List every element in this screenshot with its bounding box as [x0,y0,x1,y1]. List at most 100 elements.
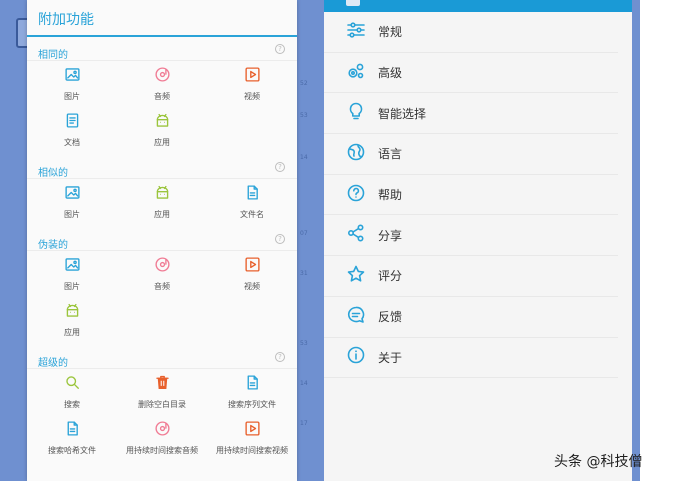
feature-label: 搜索 [64,400,80,409]
feature-label: 搜索序列文件 [228,400,276,409]
feature-item[interactable]: 视频 [207,61,297,107]
audio-disc-icon [154,256,171,277]
menu-item[interactable]: 高级 [324,53,618,94]
extra-features-panel: 附加功能 相同的? 图片 音频 视频 文档 应用 相似的? 图片 应用 文件名 伪装的? 图片 音频 视频… [27,0,297,481]
feature-item[interactable]: 搜索 [27,369,117,415]
feature-label: 删除空白目录 [138,400,186,409]
menu-item[interactable]: 语言 [324,134,618,175]
menu-item-label: 高级 [378,66,403,81]
audio-disc-icon [154,420,171,441]
timestamp-fragment: 52 [300,80,308,87]
video-play-icon [244,420,261,441]
feature-item[interactable]: 应用 [117,179,207,225]
menu-items-list: 常规高级智能选择语言帮助分享评分反馈关于 [324,12,632,379]
feature-item[interactable]: 搜索序列文件 [207,369,297,415]
timestamp-fragment: 07 [300,230,308,237]
search-icon [64,374,81,395]
menu-item[interactable]: 常规 [324,12,618,53]
feature-item[interactable]: 音频 [117,61,207,107]
feature-item[interactable]: 搜索哈希文件 [27,415,117,461]
feature-label: 图片 [64,92,80,101]
feature-item[interactable]: 用持续时间搜索音频 [117,415,207,461]
file-icon [244,184,261,205]
feature-grid: 图片 应用 文件名 [27,179,297,227]
help-icon[interactable]: ? [275,234,285,244]
feature-item[interactable]: 图片 [27,179,117,225]
document-icon [64,112,81,133]
file-icon [244,374,261,395]
feature-label: 应用 [64,328,80,337]
section-header: 相似的? [27,155,297,179]
section-header: 相同的? [27,37,297,61]
feature-label: 搜索哈希文件 [48,446,96,455]
help-icon[interactable]: ? [275,162,285,172]
left-phone-screen: 52 53 14 07 31 53 14 17 附加功能 相同的? 图片 音频 视频 文档 应用 相似的?… [0,0,320,481]
help-icon [346,183,366,207]
feature-label: 视频 [244,282,260,291]
image-icon [64,184,81,205]
help-icon[interactable]: ? [275,352,285,362]
feature-item[interactable]: 图片 [27,251,117,297]
feature-item[interactable]: 应用 [27,297,117,343]
gears-icon [346,61,366,85]
menu-item-label: 评分 [378,269,403,284]
watermark: 头条 @科技僧 [554,454,643,470]
section-header: 伪装的? [27,227,297,251]
sections-container: 相同的? 图片 音频 视频 文档 应用 相似的? 图片 应用 文件名 伪装的? 图片 音频 视频 应用 超级的… [27,37,297,463]
menu-item[interactable]: 关于 [324,338,618,379]
feature-grid: 图片 音频 视频文档 应用 [27,61,297,155]
timestamp-fragment: 31 [300,270,308,277]
feature-label: 音频 [154,282,170,291]
menu-item-label: 分享 [378,228,403,243]
feature-item[interactable]: 图片 [27,61,117,107]
timestamp-fragment: 53 [300,340,308,347]
feature-label: 应用 [154,138,170,147]
feedback-icon [346,305,366,329]
menu-item[interactable]: 评分 [324,256,618,297]
android-icon [64,302,81,323]
menu-item[interactable]: 反馈 [324,297,618,338]
settings-menu: 常规高级智能选择语言帮助分享评分反馈关于 [324,0,632,481]
menu-item[interactable]: 帮助 [324,175,618,216]
feature-label: 应用 [154,210,170,219]
screenshot-stage: 52 53 14 07 31 53 14 17 附加功能 相同的? 图片 音频 视频 文档 应用 相似的?… [0,0,675,481]
feature-item[interactable]: 文档 [27,107,117,153]
feature-item[interactable]: 用持续时间搜索视频 [207,415,297,461]
feature-label: 图片 [64,282,80,291]
file-icon [64,420,81,441]
menu-item-label: 语言 [378,147,403,162]
timestamp-fragment: 14 [300,154,308,161]
menu-item[interactable]: 智能选择 [324,93,618,135]
star-icon [346,264,366,288]
menu-item[interactable]: 分享 [324,215,618,257]
feature-item[interactable]: 应用 [117,107,207,153]
feature-item[interactable]: 删除空白目录 [117,369,207,415]
timestamp-fragment: 14 [300,380,308,387]
menu-item-label: 常规 [378,25,403,40]
image-icon [64,66,81,87]
menu-item-label: 智能选择 [378,106,427,121]
section-title: 相似的 [38,168,68,179]
feature-item[interactable]: 音频 [117,251,207,297]
feature-label: 用持续时间搜索音频 [126,446,198,455]
section-title: 超级的 [38,358,68,369]
menu-item-label: 帮助 [378,188,403,203]
feature-label: 音频 [154,92,170,101]
header-tab [346,0,360,6]
timestamp-fragment: 53 [300,112,308,119]
background-timestamps: 52 53 14 07 31 53 14 17 [300,0,308,481]
right-phone-screen: 常规高级智能选择语言帮助分享评分反馈关于 [316,0,640,481]
audio-disc-icon [154,66,171,87]
section-header: 超级的? [27,345,297,369]
android-icon [154,112,171,133]
section-title: 伪装的 [38,240,68,251]
section-title: 相同的 [38,50,68,61]
android-icon [154,184,171,205]
image-icon [64,256,81,277]
help-icon[interactable]: ? [275,44,285,54]
feature-item[interactable]: 视频 [207,251,297,297]
panel-header: 附加功能 [27,0,297,37]
feature-item[interactable]: 文件名 [207,179,297,225]
menu-item-label: 关于 [378,350,403,365]
feature-label: 用持续时间搜索视频 [216,446,288,455]
